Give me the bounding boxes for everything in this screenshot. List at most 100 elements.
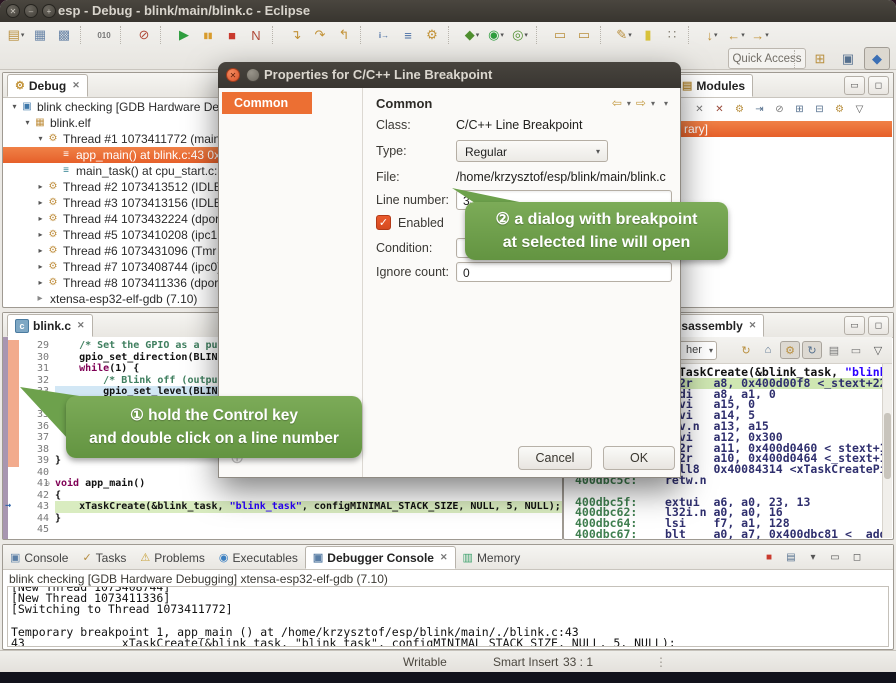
load-symbols-icon[interactable]: ⚙ <box>730 101 749 117</box>
suspend-icon[interactable]: ▮▮ <box>196 25 220 45</box>
scrollbar-thumb[interactable] <box>884 413 891 479</box>
code-line[interactable]: 44} <box>19 513 562 525</box>
tab-modules[interactable]: ▤ Modules <box>674 74 753 97</box>
terminate-icon[interactable]: ■ <box>220 25 244 45</box>
line-number[interactable]: 31 <box>19 363 55 375</box>
open-new-view-icon[interactable]: ▤ <box>824 341 844 359</box>
debug-perspective-icon[interactable]: ◆ <box>864 47 890 70</box>
disassembly-line[interactable]: 400dbc67: blt a0, a7, 0x400dbc81 <__addd… <box>575 529 882 539</box>
window-maximize-button[interactable]: + <box>42 4 56 18</box>
tab-problems[interactable]: ⚠Problems <box>133 546 212 569</box>
remove-module-icon[interactable]: ✕ <box>690 101 709 117</box>
view-menu-icon[interactable]: ▽ <box>850 101 869 117</box>
annotations-icon[interactable]: ∷ <box>660 25 684 45</box>
forward-arrow-icon[interactable]: ⇨ <box>636 96 646 110</box>
show-source-icon[interactable]: ⚙ <box>780 341 800 359</box>
line-number[interactable]: 38 <box>19 444 55 456</box>
last-edit-location-icon[interactable]: ↓▾ <box>700 25 724 45</box>
expander-icon[interactable]: ▸ <box>35 227 46 243</box>
chevron-down-icon[interactable]: ▾ <box>765 31 769 39</box>
step-over-icon[interactable]: ↷ <box>308 25 332 45</box>
chevron-down-icon[interactable]: ▾ <box>500 31 504 39</box>
tab-debug[interactable]: ⚙ Debug ✕ <box>7 74 88 97</box>
tab-memory[interactable]: ▥Memory <box>456 546 528 569</box>
close-icon[interactable]: ✕ <box>440 552 448 563</box>
chevron-down-icon[interactable]: ▾ <box>714 31 718 39</box>
expander-icon[interactable]: ▾ <box>35 131 46 147</box>
view-menu-icon[interactable]: ▽ <box>868 341 888 359</box>
line-number[interactable]: 42 <box>19 490 55 502</box>
cancel-button[interactable]: Cancel <box>518 446 592 470</box>
expander-icon[interactable]: ▸ <box>35 179 46 195</box>
enabled-checkbox[interactable]: ✓ <box>376 215 391 230</box>
go-to-file-icon[interactable]: ⇥ <box>750 101 769 117</box>
new-icon[interactable]: ▤▾ <box>4 25 28 45</box>
disassembly-line[interactable] <box>575 486 882 497</box>
tab-executables[interactable]: ◉Executables <box>212 546 305 569</box>
sync-pc-icon[interactable]: ↻ <box>802 341 822 359</box>
console-output[interactable]: [New Thread 1073408744][New Thread 10734… <box>7 586 889 647</box>
cpp-perspective-icon[interactable]: ▣ <box>836 48 860 69</box>
open-element-icon[interactable]: ▭ <box>548 25 572 45</box>
run-launch-icon[interactable]: ◉▾ <box>484 25 508 45</box>
expand-all-icon[interactable]: ⊞ <box>790 101 809 117</box>
expander-icon[interactable]: ▾ <box>9 99 20 115</box>
disassembly-line[interactable]: 400dbc62: l32i.n a0, a0, 16 <box>575 507 882 518</box>
ok-button[interactable]: OK <box>603 446 675 470</box>
line-number[interactable]: 43 <box>19 501 55 513</box>
scrollbar[interactable] <box>882 364 892 538</box>
step-into-icon[interactable]: ↴ <box>284 25 308 45</box>
step-filters-icon[interactable]: ⚙ <box>420 25 444 45</box>
dialog-minimize-button[interactable] <box>246 68 260 82</box>
close-icon[interactable]: ✕ <box>77 320 85 331</box>
code-line[interactable]: 42{ <box>19 490 562 502</box>
expander-icon[interactable]: ▸ <box>35 195 46 211</box>
line-number[interactable]: 39 <box>19 455 55 467</box>
search-icon[interactable]: ✎▾ <box>612 25 636 45</box>
minimize-icon[interactable]: ▭ <box>844 316 865 335</box>
disassembly-line[interactable]: 400dbc5f: extui a6, a0, 23, 13 <box>575 497 882 508</box>
deselect-icon[interactable]: ⊘ <box>770 101 789 117</box>
chevron-down-icon[interactable]: ▾ <box>741 31 745 39</box>
collapse-all-icon[interactable]: ⊟ <box>810 101 829 117</box>
chevron-down-icon[interactable]: ▾ <box>627 99 631 108</box>
expander-icon[interactable]: ▸ <box>35 275 46 291</box>
tab-blink-c[interactable]: c blink.c ✕ <box>7 314 93 337</box>
chevron-down-icon[interactable]: ▾ <box>628 31 632 39</box>
tab-tasks[interactable]: ✓Tasks <box>75 546 133 569</box>
code-line[interactable]: 41void app_main()⊖ <box>19 478 562 490</box>
chevron-down-icon[interactable]: ▾ <box>651 99 655 108</box>
close-icon[interactable]: ✕ <box>72 80 80 91</box>
code-line[interactable]: 43 xTaskCreate(&blink_task, "blink_task"… <box>19 501 562 513</box>
expander-icon[interactable]: ▸ <box>35 211 46 227</box>
maximize-icon[interactable]: ◻ <box>868 316 889 335</box>
forward-icon[interactable]: →▾ <box>748 25 772 45</box>
refresh-icon[interactable]: ↻ <box>736 341 756 359</box>
line-number[interactable]: 44 <box>19 513 55 525</box>
save-all-icon[interactable]: ▩ <box>52 25 76 45</box>
open-resource-icon[interactable]: ▭ <box>572 25 596 45</box>
ignore-count-input[interactable]: 0 <box>456 262 672 282</box>
resume-icon[interactable]: ▶ <box>172 25 196 45</box>
expander-icon[interactable]: ▸ <box>35 243 46 259</box>
window-minimize-button[interactable]: – <box>24 4 38 18</box>
minimize-view-icon[interactable]: ▭ <box>825 549 845 566</box>
chevron-down-icon[interactable]: ▾ <box>476 31 480 39</box>
dialog-sidebar-item-common[interactable]: Common <box>222 92 312 114</box>
home-icon[interactable]: ⌂ <box>758 341 778 359</box>
line-number[interactable]: 33 <box>19 386 55 398</box>
maximize-view-icon[interactable]: ◻ <box>847 549 867 566</box>
chevron-down-icon[interactable]: ▾ <box>21 31 25 39</box>
display-selected-console-icon[interactable]: ▤ <box>781 549 801 566</box>
load-all-symbols-icon[interactable]: ⚙ <box>830 101 849 117</box>
skip-all-breakpoints-icon[interactable]: ⊘ <box>132 25 156 45</box>
remove-all-modules-icon[interactable]: ✕ <box>710 101 729 117</box>
line-number[interactable]: 29 <box>19 340 55 352</box>
minimize-icon[interactable]: ▭ <box>844 76 865 95</box>
maximize-icon[interactable]: ◻ <box>868 76 889 95</box>
window-close-button[interactable]: ✕ <box>6 4 20 18</box>
instruction-stepping-mode-icon[interactable]: ≡ <box>396 25 420 45</box>
close-icon[interactable]: ✕ <box>749 320 757 331</box>
terminate-console-icon[interactable]: ■ <box>759 549 779 566</box>
console-menu-icon[interactable]: ▾ <box>803 549 823 566</box>
